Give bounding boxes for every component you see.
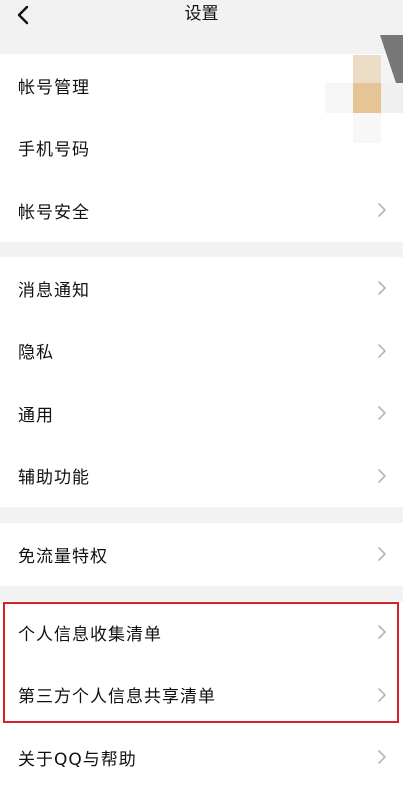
general-group: 消息通知 隐私 通用 辅助功能 (0, 257, 403, 507)
settings-item-notifications[interactable]: 消息通知 (0, 257, 403, 320)
settings-item-label: 消息通知 (18, 280, 90, 301)
chevron-right-icon (378, 281, 386, 296)
chevron-right-icon (378, 750, 386, 765)
settings-item-label: 关于QQ与帮助 (18, 749, 137, 770)
settings-item-third-party-sharing-list[interactable]: 第三方个人信息共享清单 (0, 664, 403, 727)
chevron-right-icon (378, 547, 386, 562)
chevron-right-icon (378, 203, 386, 218)
page-title: 设置 (184, 4, 219, 24)
settings-item-label: 手机号码 (18, 140, 90, 161)
settings-item-label: 第三方个人信息共享清单 (18, 687, 216, 708)
info-group: 个人信息收集清单 第三方个人信息共享清单 关于QQ与帮助 (0, 601, 403, 789)
chevron-right-icon (378, 625, 386, 640)
settings-item-about-help[interactable]: 关于QQ与帮助 (0, 726, 403, 789)
settings-item-free-data[interactable]: 免流量特权 (0, 523, 403, 586)
chevron-right-icon (378, 468, 386, 483)
avatar (320, 35, 403, 150)
settings-item-label: 帐号管理 (18, 77, 90, 98)
data-plan-group: 免流量特权 (0, 523, 403, 586)
settings-item-account-security[interactable]: 帐号安全 (0, 179, 403, 242)
settings-item-label: 帐号安全 (18, 202, 90, 223)
settings-item-accessibility[interactable]: 辅助功能 (0, 445, 403, 508)
settings-item-label: 辅助功能 (18, 468, 90, 489)
chevron-right-icon (378, 687, 386, 702)
settings-item-label: 个人信息收集清单 (18, 624, 162, 645)
settings-item-label: 免流量特权 (18, 546, 108, 567)
settings-item-label: 通用 (18, 405, 54, 426)
settings-item-personal-info-list[interactable]: 个人信息收集清单 (0, 601, 403, 664)
chevron-right-icon (378, 343, 386, 358)
settings-item-label: 隐私 (18, 343, 54, 364)
settings-item-general[interactable]: 通用 (0, 382, 403, 445)
settings-item-privacy[interactable]: 隐私 (0, 320, 403, 383)
chevron-right-icon (378, 406, 386, 421)
